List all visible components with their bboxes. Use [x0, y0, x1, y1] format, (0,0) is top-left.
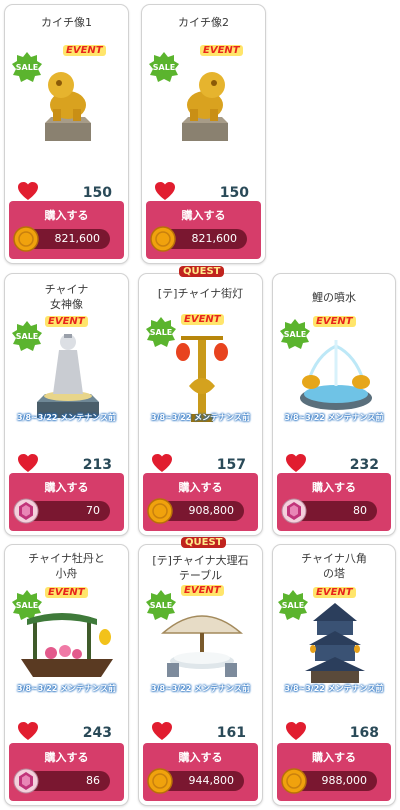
quest-badge: QUEST: [179, 266, 225, 277]
coin-icon: [13, 226, 39, 252]
golden-lion-statue-image: [45, 72, 91, 141]
price-value: 944,800: [188, 774, 235, 787]
shop-item-card[interactable]: QUEST [テ]チャイナ街灯 SALE EVENT 3/8~3/22 メンテナ…: [138, 266, 263, 536]
coin-icon: [147, 498, 173, 524]
price-value: 86: [86, 774, 100, 787]
item-title: チャイナ八角 の塔: [301, 552, 367, 580]
buy-label: 購入する: [44, 751, 89, 764]
buy-button[interactable]: 購入する 908,800: [143, 473, 258, 531]
buy-label: 購入する: [312, 481, 356, 494]
shop-item-card[interactable]: チャイナ 女神像 SALE EVENT 3/8~3/22 メンテナンス前 213…: [4, 273, 129, 536]
shop-item-card[interactable]: チャイナ牡丹と 小舟 SALE EVENT 3/8~3/22 メンテナンス前 2…: [4, 544, 129, 806]
heart-icon[interactable]: [285, 453, 307, 473]
event-badge: EVENT: [181, 585, 224, 596]
heart-icon[interactable]: [154, 181, 176, 201]
price-value: 908,800: [188, 504, 235, 517]
like-count: 168: [349, 725, 379, 741]
price-value: 821,600: [191, 232, 238, 245]
item-title: カイチ像1: [41, 16, 92, 29]
coin-icon: [150, 226, 176, 252]
shop-item-card[interactable]: チャイナ八角 の塔 SALE EVENT 3/8~3/22 メンテナンス前 16…: [272, 544, 396, 806]
maintenance-notice: 3/8~3/22 メンテナンス前: [284, 684, 384, 693]
event-badge: EVENT: [45, 587, 88, 598]
maintenance-notice: 3/8~3/22 メンテナンス前: [16, 684, 116, 693]
peony-boat-image: [21, 613, 113, 677]
buy-button[interactable]: 購入する 988,000: [277, 743, 391, 801]
shop-item-card[interactable]: 鯉の噴水 SALE EVENT 3/8~3/22 メンテナンス前 232 購入す…: [272, 273, 396, 536]
event-badge: EVENT: [45, 316, 88, 327]
price-bar: 70: [13, 498, 110, 524]
heart-icon[interactable]: [285, 721, 307, 741]
price-value: 70: [86, 504, 100, 517]
quest-badge: QUEST: [181, 537, 227, 548]
item-title: カイチ像2: [178, 16, 229, 29]
maintenance-notice: 3/8~3/22 メンテナンス前: [150, 684, 250, 693]
price-bar: 908,800: [147, 498, 244, 524]
heart-icon[interactable]: [17, 453, 39, 473]
buy-label: 購入する: [178, 751, 223, 764]
buy-button[interactable]: 購入する 70: [9, 473, 124, 531]
price-value: 988,000: [321, 774, 368, 787]
like-count: 161: [216, 725, 246, 741]
item-title: [テ]チャイナ街灯: [157, 287, 244, 300]
price-value: 821,600: [54, 232, 101, 245]
coin-icon: [147, 768, 173, 794]
price-value: 80: [353, 504, 367, 517]
buy-button[interactable]: 購入する 86: [9, 743, 124, 801]
heart-icon[interactable]: [17, 721, 39, 741]
china-street-lamp-image: [176, 336, 228, 422]
like-count: 243: [82, 725, 112, 741]
buy-button[interactable]: 購入する 944,800: [143, 743, 258, 801]
buy-label: 購入する: [312, 751, 356, 764]
svg-text:SALE: SALE: [16, 63, 39, 72]
event-badge: EVENT: [313, 316, 356, 327]
price-bar: 944,800: [147, 768, 244, 794]
marble-table-image: [160, 615, 244, 677]
svg-text:SALE: SALE: [153, 63, 176, 72]
item-title: チャイナ牡丹と 小舟: [28, 552, 105, 580]
heart-icon[interactable]: [17, 181, 39, 201]
like-count: 157: [216, 457, 246, 473]
like-count: 232: [349, 457, 379, 473]
buy-label: 購入する: [178, 481, 223, 494]
shop-item-card[interactable]: カイチ像2 SALE EVENT 150 購入する 821,600: [141, 4, 266, 264]
like-count: 213: [82, 457, 112, 473]
gem-icon: [281, 498, 307, 524]
gem-icon: [13, 768, 39, 794]
price-bar: 80: [281, 498, 377, 524]
item-title: チャイナ 女神像: [44, 283, 89, 311]
shop-item-card[interactable]: カイチ像1 SALE EVENT 150 購入する 821,600: [4, 4, 129, 264]
heart-icon[interactable]: [151, 453, 173, 473]
golden-lion-statue-image: [182, 72, 228, 141]
shop-item-card[interactable]: QUEST [テ]チャイナ大理石 テーブル SALE EVENT 3/8~3/2…: [138, 537, 263, 806]
event-badge: EVENT: [313, 587, 356, 598]
event-badge: EVENT: [63, 45, 106, 56]
coin-icon: [281, 768, 307, 794]
maintenance-notice: 3/8~3/22 メンテナンス前: [284, 413, 384, 422]
event-badge: EVENT: [200, 45, 243, 56]
octagonal-tower-image: [305, 603, 365, 683]
buy-button[interactable]: 購入する 80: [277, 473, 391, 531]
price-bar: 821,600: [13, 226, 110, 252]
price-bar: 821,600: [150, 226, 247, 252]
maintenance-notice: 3/8~3/22 メンテナンス前: [150, 413, 250, 422]
buy-label: 購入する: [44, 209, 89, 222]
buy-button[interactable]: 購入する 821,600: [9, 201, 124, 259]
heart-icon[interactable]: [151, 721, 173, 741]
gem-icon: [13, 498, 39, 524]
buy-label: 購入する: [44, 481, 89, 494]
item-title: [テ]チャイナ大理石 テーブル: [152, 554, 249, 582]
price-bar: 86: [13, 768, 110, 794]
item-title: 鯉の噴水: [312, 291, 356, 304]
price-bar: 988,000: [281, 768, 377, 794]
buy-label: 購入する: [181, 209, 226, 222]
like-count: 150: [219, 185, 249, 201]
buy-button[interactable]: 購入する 821,600: [146, 201, 261, 259]
goddess-statue-image: [37, 334, 99, 418]
koi-fountain-image: [300, 340, 372, 410]
like-count: 150: [82, 185, 112, 201]
event-badge: EVENT: [181, 314, 224, 325]
maintenance-notice: 3/8~3/22 メンテナンス前: [16, 413, 116, 422]
